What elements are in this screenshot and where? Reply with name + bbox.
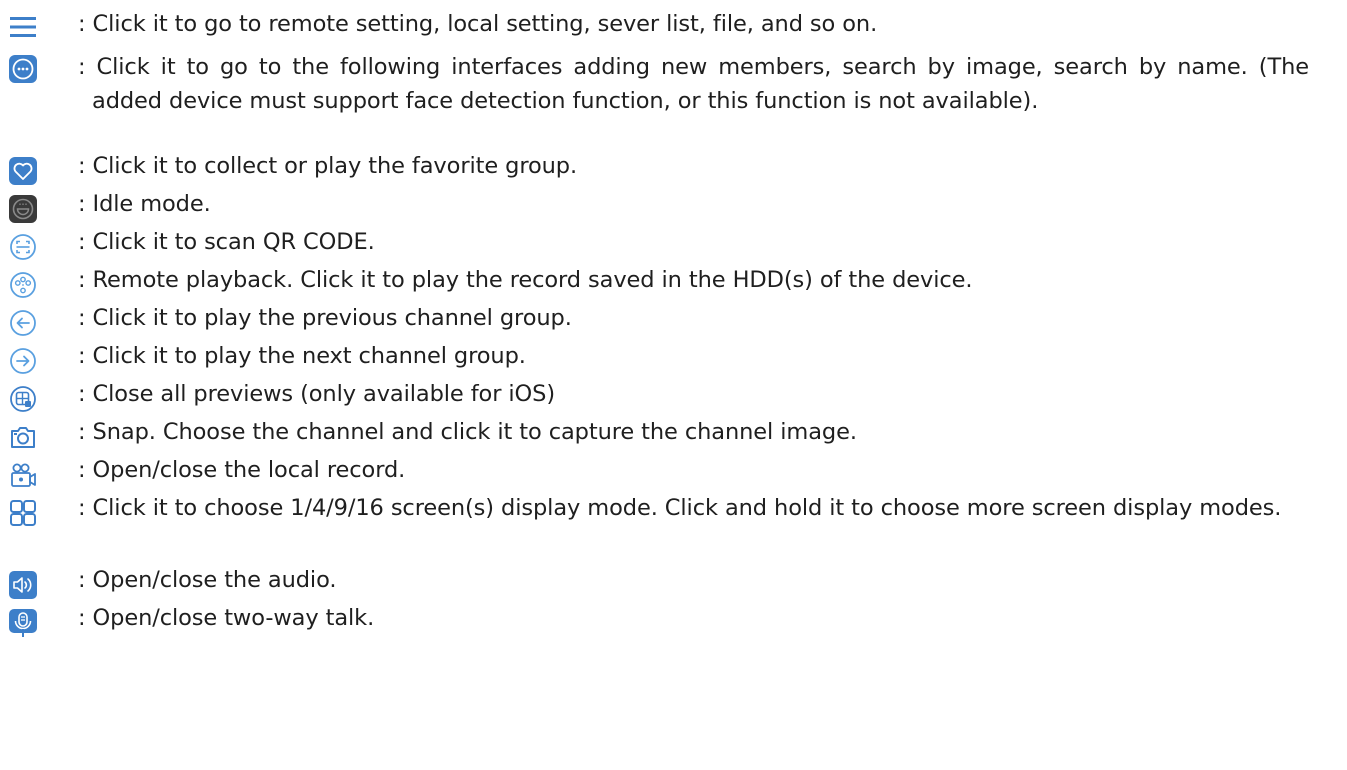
menu-icon	[8, 12, 38, 42]
two-way-talk-icon	[8, 608, 38, 638]
heart-icon	[8, 156, 38, 186]
legend-item: : Remote playback. Click it to play the …	[0, 262, 1347, 302]
legend-item: : Snap. Choose the channel and click it …	[0, 414, 1347, 454]
legend-item: : Click it to collect or play the favori…	[0, 148, 1347, 188]
legend-text: : Click it to collect or play the favori…	[78, 153, 578, 179]
legend-text: : Remote playback. Click it to play the …	[78, 267, 973, 293]
legend-item: : Open/close the local record.	[0, 452, 1347, 492]
next-icon	[8, 346, 38, 376]
close-previews-icon	[8, 384, 38, 414]
remote-playback-icon	[8, 270, 38, 300]
legend-item: : Click it to play the next channel grou…	[0, 338, 1347, 378]
legend-text: : Click it to play the previous channel …	[78, 305, 572, 331]
legend-text: : Open/close the audio.	[78, 567, 337, 593]
legend-item: : Click it to go to the following interf…	[0, 46, 1347, 154]
legend-item: : Click it to play the previous channel …	[0, 300, 1347, 340]
idle-mode-icon	[8, 194, 38, 224]
audio-icon	[8, 570, 38, 600]
legend-text: : Click it to choose 1/4/9/16 screen(s) …	[78, 495, 1282, 521]
legend-text: : Snap. Choose the channel and click it …	[78, 419, 857, 445]
legend-item: : Idle mode.	[0, 186, 1347, 226]
legend-text: : Open/close two-way talk.	[78, 605, 375, 631]
legend-text: : Open/close the local record.	[78, 457, 406, 483]
previous-icon	[8, 308, 38, 338]
legend-item: : Open/close the audio.	[0, 562, 1347, 602]
legend-item: : Close all previews (only available for…	[0, 376, 1347, 416]
legend-text: : Click it to scan QR CODE.	[78, 229, 375, 255]
legend-item: : Open/close two-way talk.	[0, 600, 1347, 640]
local-record-icon	[8, 460, 38, 490]
legend-text: : Click it to go to remote setting, loca…	[78, 11, 878, 37]
legend-text: : Idle mode.	[78, 191, 211, 217]
snap-icon	[8, 422, 38, 452]
legend-text: : Click it to play the next channel grou…	[78, 343, 526, 369]
more-icon	[8, 54, 38, 84]
qr-scan-icon	[8, 232, 38, 262]
screen-mode-icon	[8, 498, 38, 528]
legend-item: : Click it to choose 1/4/9/16 screen(s) …	[0, 490, 1347, 564]
legend-text: : Click it to go to the following interf…	[78, 54, 1309, 114]
legend-text: : Close all previews (only available for…	[78, 381, 556, 407]
icon-legend-document: : Click it to go to remote setting, loca…	[0, 0, 1347, 770]
legend-item: : Click it to scan QR CODE.	[0, 224, 1347, 264]
legend-item: : Click it to go to remote setting, loca…	[0, 4, 1347, 44]
